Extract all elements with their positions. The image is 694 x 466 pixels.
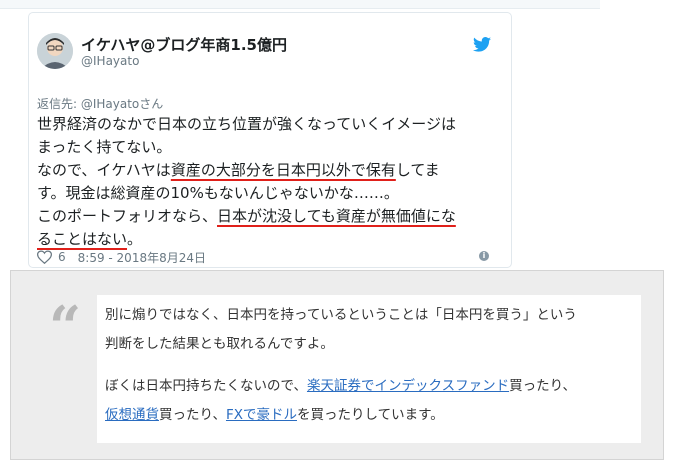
- quote-text: 買ったり、: [159, 407, 226, 423]
- tweet-line: す。現金は総資産の10%もないんじゃないかな……。: [37, 182, 505, 205]
- quote-text: 買ったり、: [509, 378, 577, 394]
- like-count[interactable]: 6: [58, 250, 66, 264]
- avatar-image: [37, 33, 73, 69]
- tweet-text-segment: 。: [127, 230, 143, 248]
- underlined-text: 資産の大部分を日本円以外で保有: [170, 161, 396, 179]
- user-handle[interactable]: @IHayato: [81, 54, 139, 68]
- underlined-text: ることはない: [37, 230, 128, 248]
- quote-line: 判断をした結果とも取れるんですよ。: [105, 336, 334, 352]
- tweet-text-segment: このポートフォリオなら、: [37, 207, 218, 225]
- quote-content: 別に煽りではなく、日本円を持っているということは「日本円を買う」という 判断をし…: [97, 295, 641, 443]
- quote-mark-icon: “: [49, 294, 82, 360]
- tweet-line: 世界経済のなかで日本の立ち位置が強くなっていくイメージは: [37, 113, 505, 136]
- tweet-line: まったく持てない。: [37, 136, 505, 159]
- tweet-text: 世界経済のなかで日本の立ち位置が強くなっていくイメージは まったく持てない。 な…: [37, 113, 505, 251]
- tweet-text-segment: なので、イケハヤは: [37, 161, 171, 179]
- blockquote: “ 別に煽りではなく、日本円を持っているということは「日本円を買う」という 判断…: [10, 270, 664, 460]
- quote-line: 仮想通貨買ったり、FXで豪ドルを買ったりしています。: [105, 401, 633, 430]
- twitter-bird-icon[interactable]: [473, 37, 491, 52]
- tweet-line: このポートフォリオなら、日本が沈没しても資産が無価値にな: [37, 205, 505, 228]
- embedded-tweet[interactable]: イケハヤ@ブログ年商1.5億円 @IHayato 返信先: @IHayatoさん…: [28, 12, 512, 268]
- link-fx-aud[interactable]: FXで豪ドル: [226, 407, 297, 423]
- quote-text: ぼくは日本円持ちたくないので、: [105, 378, 307, 394]
- quote-text: を買ったりしています。: [296, 407, 444, 423]
- link-rakuten-index-fund[interactable]: 楽天証券でインデックスファンド: [307, 378, 509, 394]
- quote-line: 別に煽りではなく、日本円を持っているということは「日本円を買う」という: [105, 307, 577, 323]
- heart-icon[interactable]: [37, 250, 52, 264]
- link-crypto[interactable]: 仮想通貨: [105, 407, 159, 423]
- tweet-text-segment: 世界経済のなかで日本の立ち位置が強くなっていくイメージは: [37, 115, 456, 133]
- tweet-line: なので、イケハヤは資産の大部分を日本円以外で保有してま: [37, 159, 505, 182]
- info-icon[interactable]: i: [479, 251, 489, 261]
- underlined-text: 日本が沈没しても資産が無価値にな: [217, 207, 456, 225]
- page-top-bar: [0, 0, 600, 9]
- tweet-text-segment: まったく持てない。: [37, 138, 172, 156]
- display-name[interactable]: イケハヤ@ブログ年商1.5億円: [81, 34, 287, 55]
- quote-line: ぼくは日本円持ちたくないので、楽天証券でインデックスファンド買ったり、: [105, 372, 633, 401]
- tweet-text-segment: す。現金は総資産の10%もないんじゃないかな……。: [37, 184, 399, 202]
- avatar[interactable]: [37, 33, 73, 69]
- reply-to-label[interactable]: 返信先: @IHayatoさん: [37, 95, 163, 112]
- timestamp[interactable]: 8:59 - 2018年8月24日: [78, 249, 206, 266]
- tweet-meta: 6 8:59 - 2018年8月24日: [37, 249, 206, 265]
- tweet-text-segment: してま: [395, 161, 440, 179]
